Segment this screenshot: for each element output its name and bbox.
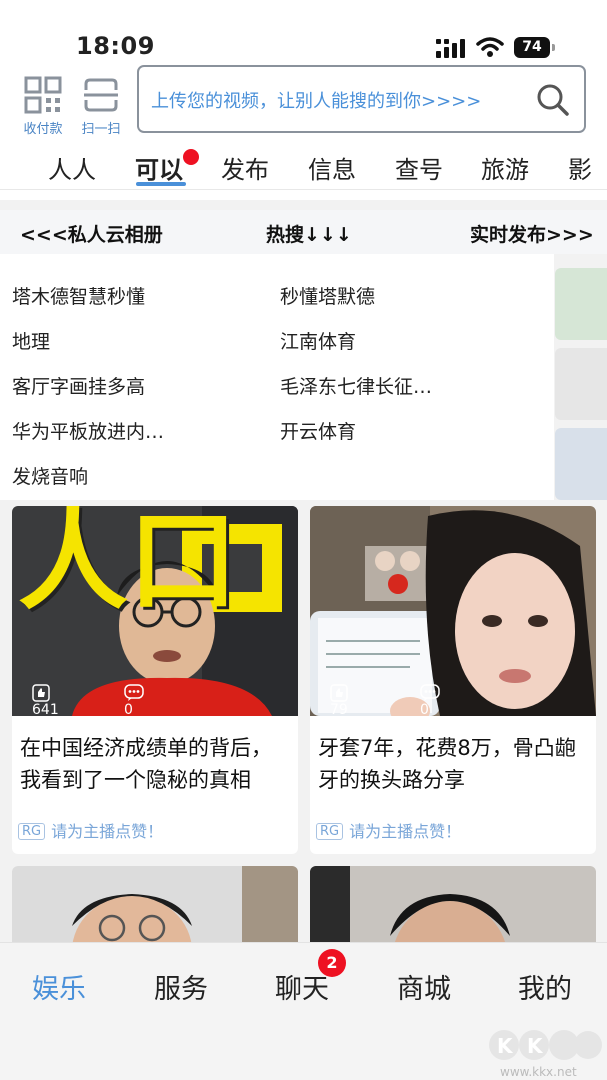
tag-text: 请为主播点赞！ [349,822,462,841]
wifi-icon [476,37,504,57]
tab-overflow[interactable]: 影 [568,150,592,185]
hot-search-item[interactable]: 毛泽东七律长征… [280,372,432,399]
comment-count: 0 [124,684,147,716]
svg-text:K: K [527,1034,544,1058]
rg-badge: RG [316,823,344,840]
like-count: 79 [330,684,351,716]
scan-button[interactable]: 扫一扫 [78,76,124,137]
chat-unread-badge: 2 [318,949,346,977]
header-area: 18:09 74 收付款 扫一扫 上传您的视频，让别人能搜的到你>>>> 人人 … [0,0,607,200]
scan-icon [84,78,118,112]
video-thumbnail[interactable] [310,866,596,946]
search-box[interactable]: 上传您的视频，让别人能搜的到你>>>> [137,65,586,133]
category-tabs: 人人 可以 发布 信息 查号 旅游 影 [0,144,607,190]
search-icon[interactable] [536,83,570,117]
tab-keyi[interactable]: 可以 [135,150,183,185]
qr-code-icon [24,76,62,114]
search-placeholder: 上传您的视频，让别人能搜的到你>>>> [151,91,482,112]
hot-search-header: <<<私人云相册 热搜↓↓↓ 实时发布>>> [0,210,607,254]
hot-search-item[interactable]: 开云体育 [280,417,356,444]
watermark-url: www.kkx.net [500,1065,577,1079]
hot-search-item[interactable]: 江南体育 [280,327,356,354]
scan-label: 扫一扫 [81,122,121,137]
side-thumbnail[interactable] [555,348,607,420]
side-thumbnail[interactable] [555,268,607,340]
like-icon [330,684,348,702]
tag-text: 请为主播点赞！ [51,822,164,841]
video-card[interactable]: 79 0 牙套7年，花费8万，骨凸龅牙的换头路分享 RG 请为主播点赞！ [310,506,596,854]
video-card[interactable]: 人口 641 0 在中国经济成绩单的背后，我看到了一个隐秘的真相 RG 请为主播点… [12,506,298,854]
hot-search-title: 热搜↓↓↓ [266,224,352,246]
video-card[interactable] [12,866,298,946]
nav-entertainment[interactable]: 娱乐 [32,967,86,1006]
nav-me[interactable]: 我的 [518,967,572,1006]
realtime-publish-link[interactable]: 实时发布>>> [470,220,594,247]
signal-icon [436,39,465,58]
battery-level: 74 [514,37,550,58]
comment-icon [420,684,440,701]
nav-chat[interactable]: 聊天 [275,967,329,1006]
svg-text:K: K [497,1034,514,1058]
side-thumbnail[interactable] [555,428,607,500]
video-thumbnail[interactable]: 79 0 [310,506,596,716]
tab-xinxi[interactable]: 信息 [308,150,356,185]
like-icon [32,684,50,702]
bottom-nav: 娱乐 服务 聊天 2 商城 我的 K K www.kkx.net [0,942,607,1080]
streamer-like-tag[interactable]: RG 请为主播点赞！ [18,818,163,842]
hot-search-item[interactable]: 塔木德智慧秒懂 [12,282,145,309]
hot-search-item[interactable]: 发烧音响 [12,462,88,489]
like-count: 641 [32,684,59,716]
battery-icon: 74 [514,37,556,58]
nav-services[interactable]: 服务 [154,967,208,1006]
rg-badge: RG [18,823,46,840]
tab-renren[interactable]: 人人 [48,150,96,185]
receive-pay-button[interactable]: 收付款 [20,76,66,137]
video-thumbnail[interactable] [12,866,298,946]
video-thumbnail[interactable]: 人口 641 0 [12,506,298,716]
comment-count: 0 [420,684,443,716]
hot-search-item[interactable]: 客厅字画挂多高 [12,372,145,399]
active-tab-indicator [136,182,186,186]
video-title[interactable]: 在中国经济成绩单的背后，我看到了一个隐秘的真相 [20,732,292,796]
streamer-like-tag[interactable]: RG 请为主播点赞！ [316,818,461,842]
thumbnail-overlay-text: 人口 [18,506,238,625]
video-title[interactable]: 牙套7年，花费8万，骨凸龅牙的换头路分享 [318,732,590,796]
hot-search-item[interactable]: 秒懂塔默德 [280,282,375,309]
nav-mall[interactable]: 商城 [397,967,451,1006]
comment-icon [124,684,144,701]
tab-chahao[interactable]: 查号 [395,150,443,185]
tab-fabu[interactable]: 发布 [221,150,269,185]
private-album-link[interactable]: <<<私人云相册 [20,220,163,247]
battery-tip [552,44,555,51]
video-card[interactable] [310,866,596,946]
hot-search-item[interactable]: 地理 [12,327,50,354]
receive-pay-label: 收付款 [23,122,63,137]
thumbnail-graphic [310,506,596,716]
tab-notification-dot [183,149,199,165]
status-time: 18:09 [76,32,155,60]
side-thumbnail-strip [555,268,607,500]
hot-search-list: ▔▔▔▔▔ 塔木德智慧秒懂 地理 客厅字画挂多高 华为平板放进内… 发烧音响 秒… [0,254,554,500]
hot-search-item[interactable]: 华为平板放进内… [12,417,164,444]
tab-lvyou[interactable]: 旅游 [481,150,529,185]
status-bar: 18:09 74 [0,28,607,68]
